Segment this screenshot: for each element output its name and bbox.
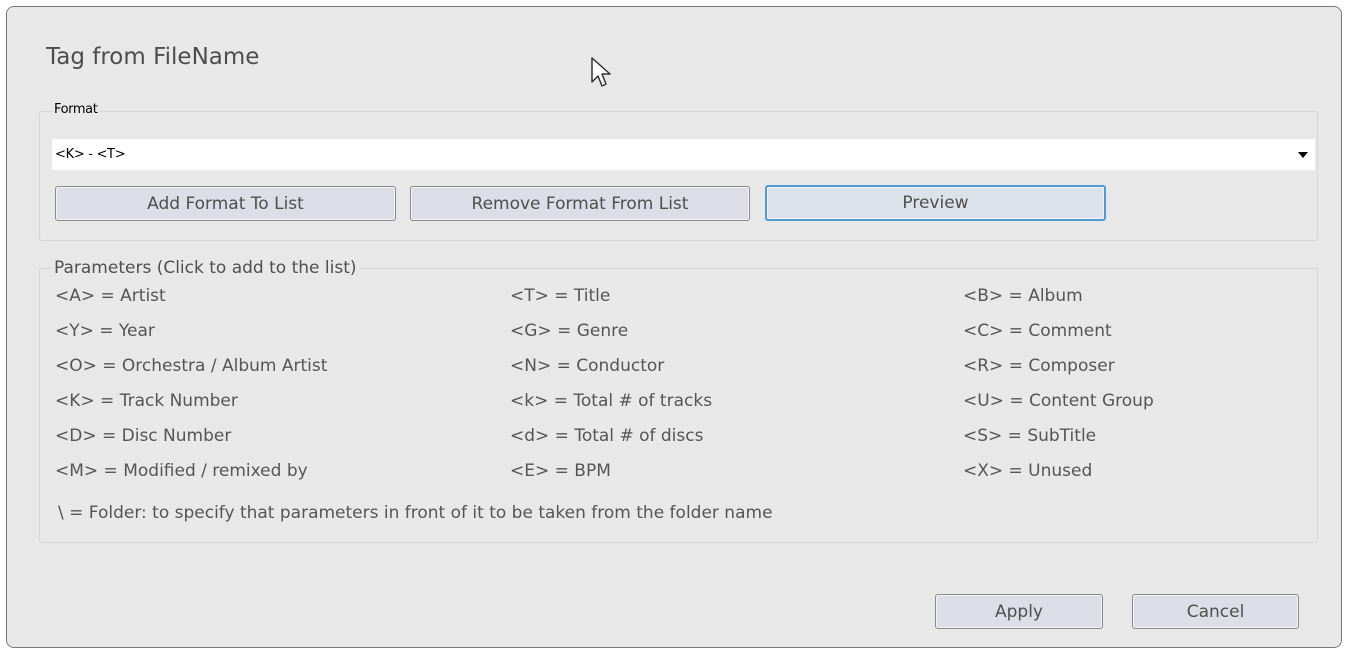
- preview-button[interactable]: Preview: [765, 185, 1106, 221]
- parameter-total-discs[interactable]: <d> = Total # of discs: [510, 426, 703, 446]
- parameter-subtitle[interactable]: <S> = SubTitle: [963, 426, 1096, 446]
- parameter-year[interactable]: <Y> = Year: [55, 321, 155, 341]
- remove-format-button[interactable]: Remove Format From List: [410, 186, 750, 221]
- parameter-album[interactable]: <B> = Album: [963, 286, 1083, 306]
- parameter-orchestra[interactable]: <O> = Orchestra / Album Artist: [55, 356, 327, 376]
- parameter-unused[interactable]: <X> = Unused: [963, 461, 1092, 481]
- parameter-genre[interactable]: <G> = Genre: [510, 321, 628, 341]
- parameters-group-label: Parameters (Click to add to the list): [52, 258, 360, 278]
- apply-button[interactable]: Apply: [935, 594, 1103, 629]
- parameter-disc-number[interactable]: <D> = Disc Number: [55, 426, 231, 446]
- format-group: [39, 111, 1318, 241]
- parameter-bpm[interactable]: <E> = BPM: [510, 461, 611, 481]
- dropdown-arrow-icon[interactable]: [1298, 151, 1308, 158]
- parameter-modified-by[interactable]: <M> = Modified / remixed by: [55, 461, 308, 481]
- mouse-cursor-icon: [591, 57, 611, 87]
- cancel-button[interactable]: Cancel: [1132, 594, 1299, 629]
- parameter-content-group[interactable]: <U> = Content Group: [963, 391, 1154, 411]
- parameter-title[interactable]: <T> = Title: [510, 286, 610, 306]
- add-format-button[interactable]: Add Format To List: [55, 186, 396, 221]
- format-combobox[interactable]: <K> - <T>: [52, 139, 1315, 170]
- parameter-total-tracks[interactable]: <k> = Total # of tracks: [510, 391, 712, 411]
- format-group-label: Format: [52, 102, 101, 117]
- parameter-conductor[interactable]: <N> = Conductor: [510, 356, 664, 376]
- parameter-comment[interactable]: <C> = Comment: [963, 321, 1112, 341]
- parameter-artist[interactable]: <A> = Artist: [55, 286, 166, 306]
- parameter-composer[interactable]: <R> = Composer: [963, 356, 1115, 376]
- dialog-title: Tag from FileName: [46, 44, 260, 70]
- parameter-folder[interactable]: \ = Folder: to specify that parameters i…: [58, 503, 773, 523]
- parameter-track-number[interactable]: <K> = Track Number: [55, 391, 238, 411]
- format-input-value[interactable]: <K> - <T>: [52, 147, 1298, 162]
